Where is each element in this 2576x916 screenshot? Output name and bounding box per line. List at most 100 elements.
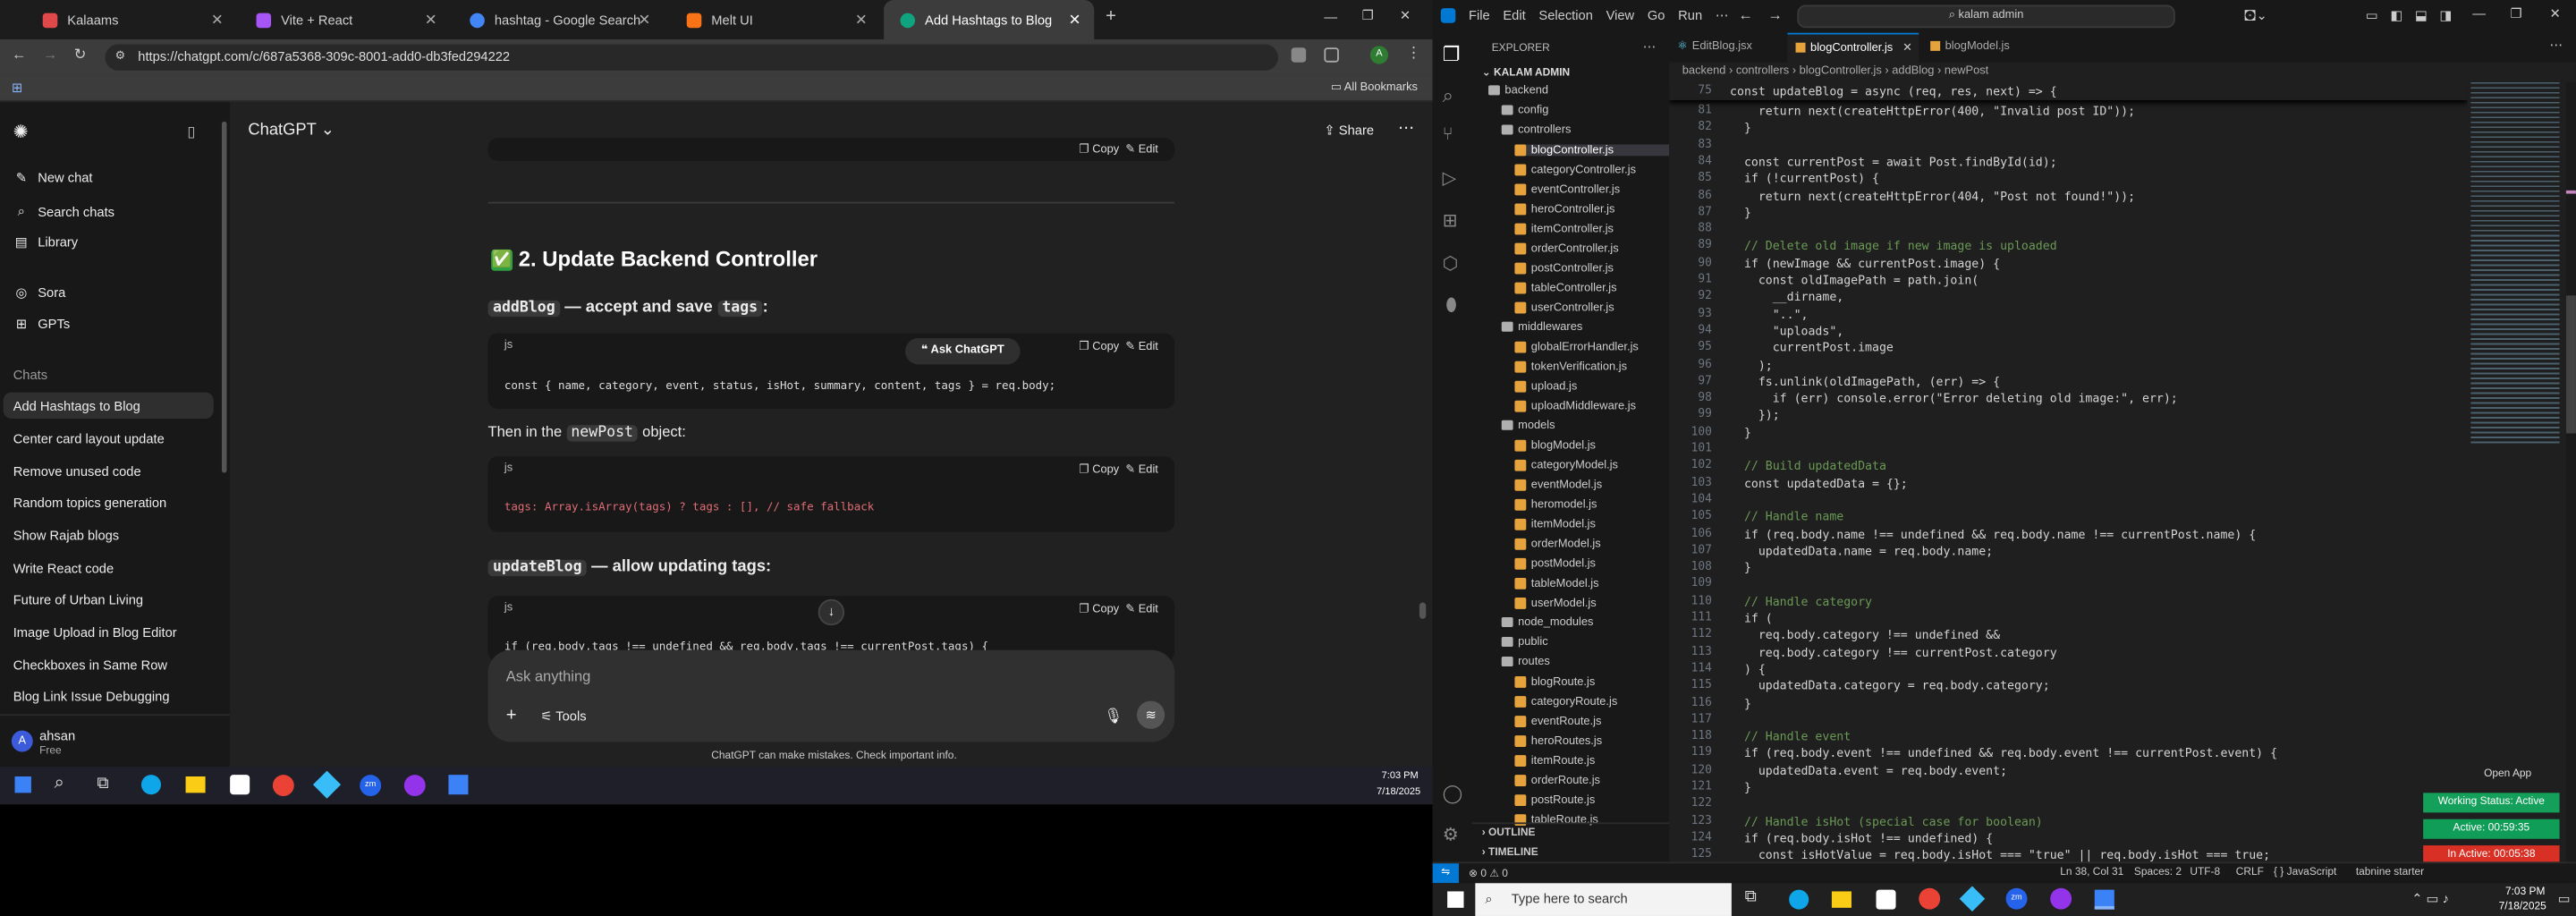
tree-file[interactable]: blogModel.js [1514, 439, 1669, 452]
menu-edit[interactable]: Edit [1503, 8, 1525, 23]
chat-item[interactable]: Blog Link Issue Debugging [13, 690, 170, 705]
toggle-aux-icon[interactable]: ◨ [2439, 8, 2452, 23]
problems-indicator[interactable]: ⊗ 0 ⚠ 0 [1469, 867, 1508, 880]
open-app-link[interactable]: Open App [2484, 768, 2531, 780]
task-view-icon[interactable]: ⧉ [1745, 888, 1757, 906]
toggle-sidebar-icon[interactable]: ◧ [2390, 8, 2402, 23]
breadcrumb-item[interactable]: controllers [1736, 65, 1789, 77]
settings-gear-icon[interactable]: ⚙ [1443, 824, 1459, 845]
browser-tab-google[interactable]: hashtag - Google Search ✕ [453, 0, 664, 39]
extensions-icon[interactable]: ⊞ [1443, 210, 1458, 232]
menu-run[interactable]: Run [1678, 8, 1702, 23]
code-editor[interactable]: 75 const updateBlog = async (req, res, n… [1669, 81, 2468, 861]
command-center-search[interactable]: ⌕ kalam admin [1797, 4, 2175, 29]
run-debug-icon[interactable]: ▷ [1443, 167, 1457, 189]
attach-icon[interactable]: + [506, 706, 517, 725]
apps-grid-icon[interactable]: ⊞ [12, 81, 22, 96]
browser-tab-melt[interactable]: Melt UI ✕ [670, 0, 880, 39]
remote-icon[interactable]: ⬡ [1443, 253, 1459, 274]
encoding[interactable]: UTF-8 [2190, 867, 2220, 878]
store-icon[interactable] [1876, 889, 1896, 910]
tree-folder[interactable]: controllers [1501, 124, 1669, 136]
outline-section[interactable]: › OUTLINE [1482, 827, 1536, 839]
close-tab-icon[interactable]: ✕ [855, 12, 868, 30]
model-selector[interactable]: ChatGPT ⌄ [248, 122, 335, 140]
close-window-icon[interactable]: ✕ [1400, 8, 1411, 23]
chat-item[interactable]: Remove unused code [13, 464, 141, 479]
github-icon[interactable] [403, 775, 426, 797]
share-button[interactable]: ⇪ Share [1324, 123, 1374, 139]
minimize-icon[interactable]: — [1324, 10, 1337, 25]
github-icon[interactable] [2050, 887, 2072, 910]
nav-back-icon[interactable]: ← [1738, 6, 1753, 22]
menu-more[interactable]: ⋯ [1716, 8, 1729, 23]
chrome-icon[interactable] [1919, 887, 1941, 910]
explorer-icon[interactable]: ❐ [1443, 43, 1461, 66]
chat-item[interactable]: Add Hashtags to Blog [13, 399, 140, 414]
minimap[interactable] [2467, 81, 2576, 862]
zoom-icon[interactable]: zm [2005, 887, 2028, 910]
file-explorer-icon[interactable] [1831, 891, 1852, 908]
mongodb-icon[interactable]: ⬮ [1445, 295, 1457, 317]
sidebar-scrollbar[interactable] [221, 121, 227, 473]
breadcrumb-item[interactable]: newPost [1945, 65, 1988, 77]
tree-file[interactable]: itemRoute.js [1514, 755, 1669, 768]
browser-tab-add-hashtags[interactable]: Add Hashtags to Blog ✕ [884, 0, 1095, 40]
tools-button[interactable]: ⚟ Tools [540, 709, 586, 725]
language-mode[interactable]: { } JavaScript [2274, 867, 2336, 878]
system-tray-icons[interactable]: ⌃ ▭ ♪ [2411, 891, 2449, 906]
close-editor-icon[interactable]: ✕ [1902, 43, 1912, 55]
tree-file[interactable]: heroRoutes.js [1514, 735, 1669, 748]
minimize-icon[interactable]: — [2472, 6, 2486, 21]
browser-tab-vite[interactable]: Vite + React ✕ [240, 0, 450, 39]
tree-file[interactable]: eventController.js [1514, 183, 1669, 196]
menu-go[interactable]: Go [1648, 8, 1665, 23]
sora-item[interactable]: ◎ Sora [13, 285, 65, 301]
vscode-icon[interactable] [2094, 889, 2114, 910]
copilot-icon[interactable]: 🖸︎⌄ [2244, 6, 2267, 30]
back-icon[interactable]: ← [12, 46, 27, 62]
tabnine-status[interactable]: tabnine starter [2356, 867, 2424, 878]
tree-file[interactable]: orderController.js [1514, 242, 1669, 255]
chat-item[interactable]: Center card layout update [13, 432, 165, 447]
notifications-icon[interactable]: ▭ [2558, 891, 2571, 906]
editor-tab-editblog[interactable]: ⚛ EditBlog.jsx [1669, 33, 1784, 63]
tree-file[interactable]: eventRoute.js [1514, 716, 1669, 728]
chat-item[interactable]: Checkboxes in Same Row [13, 658, 167, 674]
tree-file[interactable]: heromodel.js [1514, 498, 1669, 511]
tree-file[interactable]: userModel.js [1514, 597, 1669, 609]
file-explorer-icon[interactable] [185, 776, 206, 793]
remote-indicator-icon[interactable]: ⇋ [1432, 863, 1459, 884]
close-tab-icon[interactable]: ✕ [211, 12, 224, 30]
edge-icon[interactable] [140, 775, 161, 795]
store-icon[interactable] [230, 775, 250, 795]
main-scrollbar[interactable] [1419, 602, 1427, 619]
puzzle-icon[interactable] [1324, 47, 1339, 63]
tree-file[interactable]: tableModel.js [1514, 577, 1669, 589]
site-info-icon[interactable]: ⚙ [115, 45, 126, 71]
edge-icon[interactable] [1789, 889, 1809, 910]
tree-folder[interactable]: node_modules [1501, 617, 1669, 629]
tree-file[interactable]: tokenVerification.js [1514, 360, 1669, 373]
reload-icon[interactable]: ↻ [74, 46, 87, 64]
browser-menu-icon[interactable]: ⋮ [1406, 45, 1421, 63]
toggle-sidebar-icon[interactable]: ▯ [187, 123, 195, 141]
tree-file[interactable]: postController.js [1514, 262, 1669, 275]
copy-edit-actions[interactable]: ❐ Copy ✎ Edit [1079, 340, 1158, 353]
tree-file[interactable]: itemController.js [1514, 223, 1669, 235]
tree-file[interactable]: postRoute.js [1514, 794, 1669, 807]
search-chats-item[interactable]: ⌕ Search chats [13, 204, 114, 220]
toggle-panel-icon[interactable]: ⬓ [2415, 8, 2428, 23]
cursor-position[interactable]: Ln 38, Col 31 [2060, 867, 2123, 878]
account-icon[interactable]: ◯ [1443, 783, 1463, 804]
user-section[interactable]: A ahsan Free [0, 714, 231, 767]
source-control-icon[interactable]: ⑂ [1443, 124, 1453, 144]
tree-file[interactable]: itemModel.js [1514, 518, 1669, 530]
task-view-icon[interactable]: ⧉ [97, 775, 108, 793]
editor-tab-blogcontroller[interactable]: blogController.js ✕ [1787, 32, 1919, 63]
copy-edit-actions[interactable]: ❐ Copy ✎ Edit [1079, 143, 1158, 156]
layout-icon[interactable]: ▭ [2366, 8, 2378, 23]
tree-file[interactable]: globalErrorHandler.js [1514, 341, 1669, 353]
all-bookmarks-button[interactable]: ▭ All Bookmarks [1331, 81, 1418, 94]
tree-folder[interactable]: routes [1501, 657, 1669, 668]
